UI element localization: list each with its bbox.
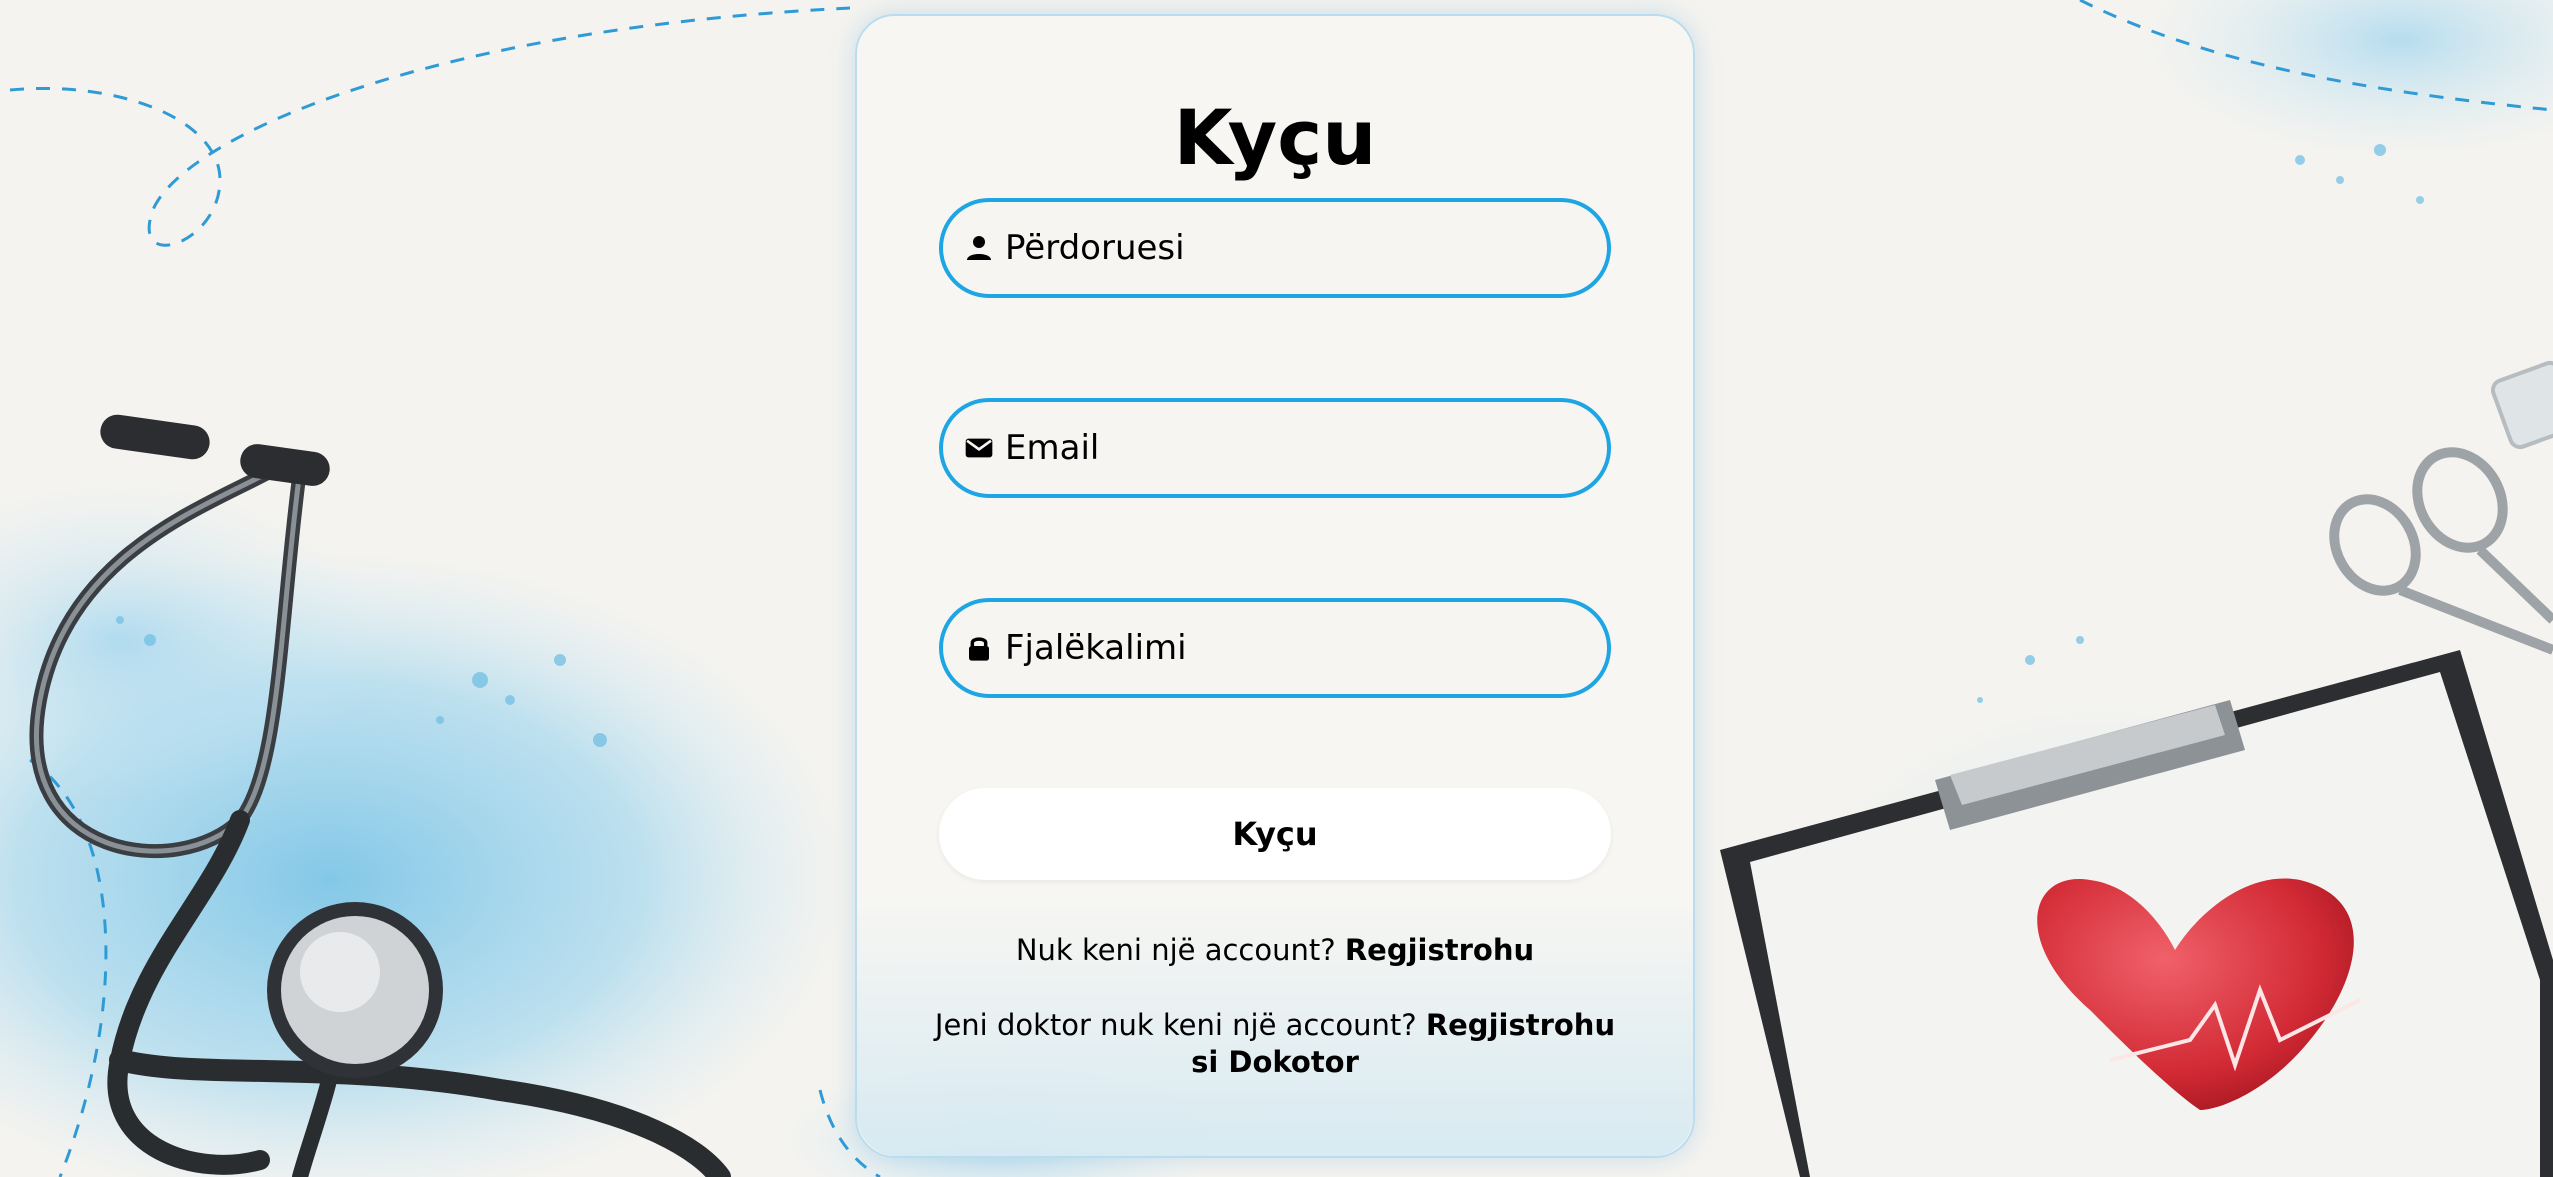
username-input[interactable] [1005, 202, 1585, 294]
login-button[interactable]: Kyçu [939, 788, 1611, 880]
login-page: Kyçu Kyçu Nuk keni një account? [0, 0, 2553, 1177]
user-icon [967, 236, 991, 260]
login-card: Kyçu Kyçu Nuk keni një account? [855, 14, 1695, 1158]
password-input[interactable] [1005, 602, 1585, 694]
username-field[interactable] [939, 198, 1611, 298]
doctor-register-line: Jeni doktor nuk keni një account? Regjis… [917, 1007, 1633, 1081]
mail-icon [965, 438, 993, 458]
doctor-prompt: Jeni doktor nuk keni një account? [934, 1008, 1417, 1042]
email-field[interactable] [939, 398, 1611, 498]
register-prompt: Nuk keni një account? [1015, 933, 1336, 967]
email-input[interactable] [1005, 402, 1585, 494]
register-link[interactable]: Regjistrohu [1345, 933, 1534, 967]
page-title: Kyçu [1173, 93, 1377, 182]
password-field[interactable] [939, 598, 1611, 698]
clipboard-illustration [1720, 650, 2553, 1177]
lock-icon [969, 637, 989, 661]
register-line: Nuk keni një account? Regjistrohu [917, 932, 1633, 969]
